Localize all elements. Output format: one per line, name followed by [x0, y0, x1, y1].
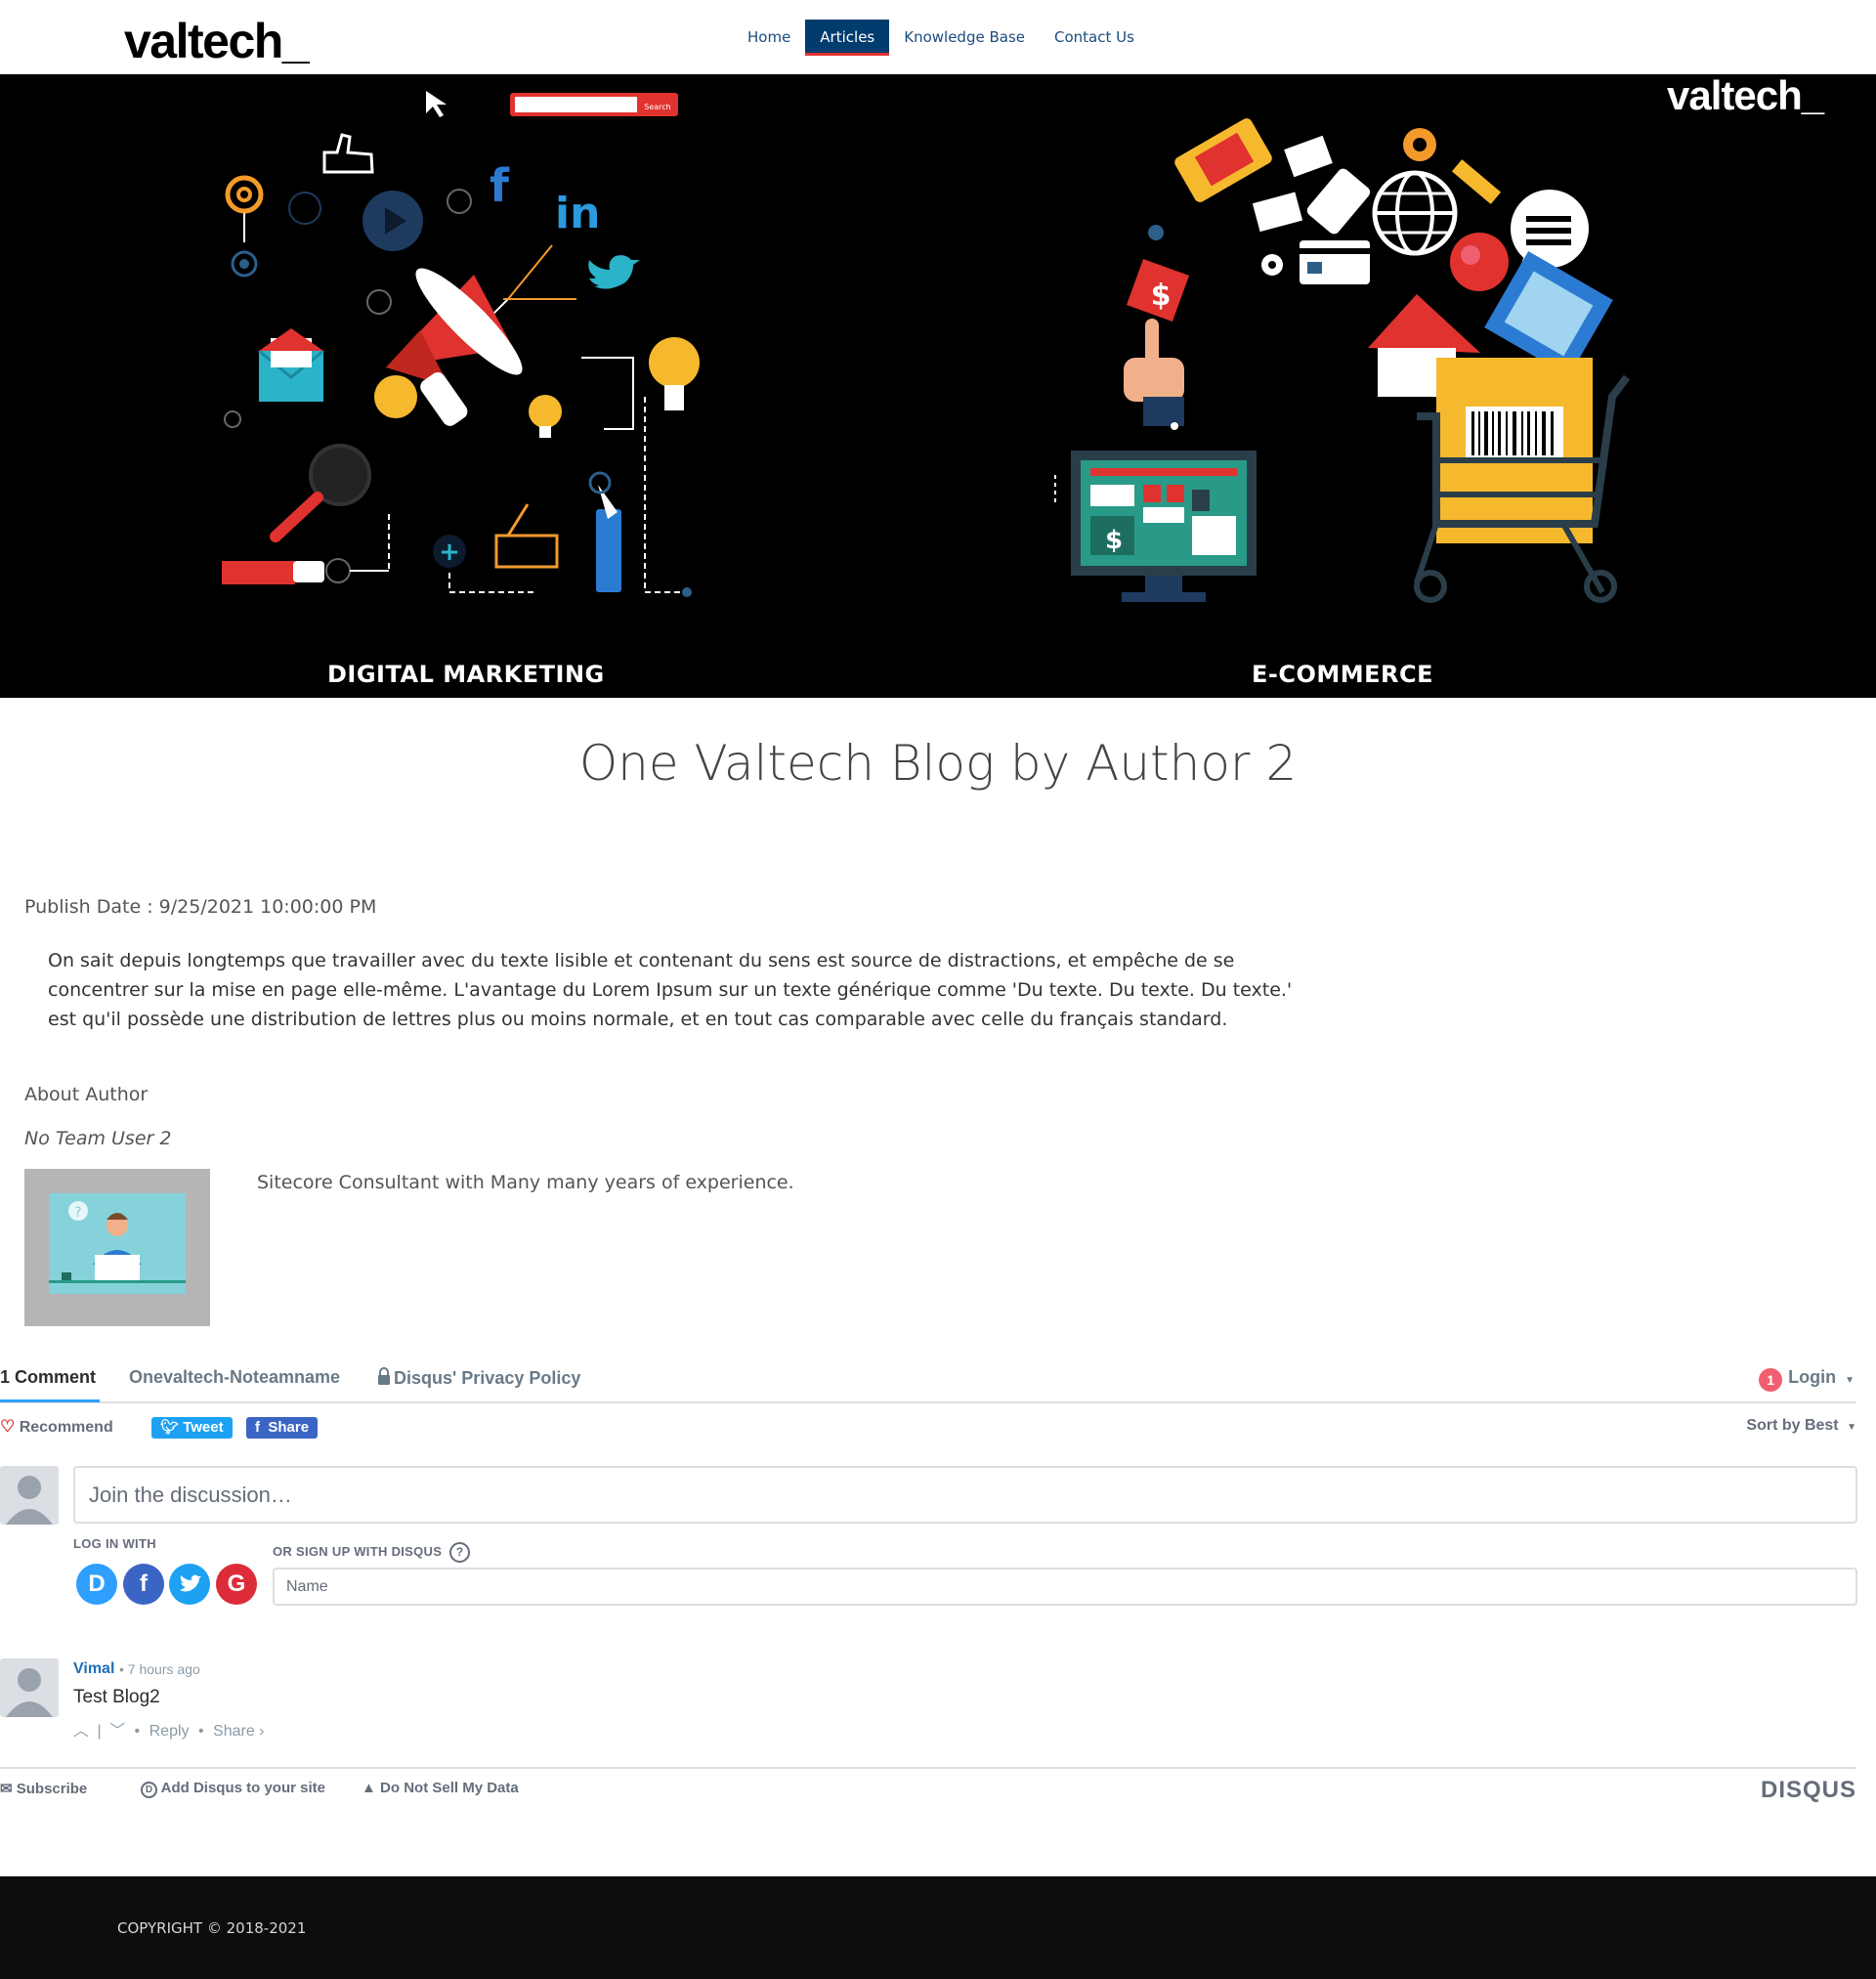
sign-up-text: OR SIGN UP WITH DISQUS — [273, 1544, 443, 1559]
site-footer: COPYRIGHT © 2018-2021 — [0, 1876, 1876, 1979]
valtech-logo[interactable]: valtech_ — [124, 14, 310, 68]
tab-community[interactable]: Onevaltech-Noteamname — [129, 1367, 340, 1388]
downvote-icon[interactable]: ﹀ — [109, 1723, 125, 1740]
vote-divider: | — [97, 1723, 102, 1740]
tweet-label: Tweet — [183, 1419, 224, 1436]
hero-illustration: Search f in + $ $ — [222, 91, 1631, 603]
svg-text:+: + — [439, 538, 460, 567]
comment-text: Test Blog2 — [73, 1687, 160, 1707]
facebook-icon: f — [255, 1419, 260, 1436]
about-author-heading: About Author — [24, 1084, 149, 1105]
add-disqus-label: Add Disqus to your site — [160, 1780, 325, 1796]
disqus-icon: D — [141, 1782, 157, 1798]
sort-label: Sort by Best — [1746, 1417, 1839, 1434]
privacy-policy-label: Disqus' Privacy Policy — [394, 1368, 581, 1388]
comment-input-placeholder: Join the discussion… — [89, 1483, 292, 1507]
comment-input[interactable]: Join the discussion… — [73, 1466, 1857, 1524]
active-tab-indicator — [0, 1399, 100, 1402]
comment-timestamp[interactable]: • 7 hours ago — [119, 1661, 200, 1677]
main-nav: Home Articles Knowledge Base Contact Us — [733, 20, 1149, 56]
share-button[interactable]: f Share — [246, 1417, 319, 1439]
tweet-button[interactable]: 🐦︎ Tweet — [151, 1417, 233, 1439]
name-field[interactable]: Name — [273, 1568, 1857, 1606]
log-in-with-label: LOG IN WITH — [73, 1536, 156, 1551]
svg-text:$: $ — [1105, 526, 1123, 555]
commenter-avatar[interactable] — [0, 1658, 59, 1717]
lock-icon — [377, 1367, 391, 1390]
hero-banner: Search f in + $ $ valtech_ DIGITAL MARKE… — [0, 74, 1876, 698]
separator-dot: • — [197, 1723, 204, 1740]
chevron-down-icon: ▼ — [1847, 1422, 1856, 1433]
article-body-line: est qu'il possède une distribution de le… — [48, 1009, 1228, 1030]
sort-dropdown[interactable]: Sort by Best ▼ — [1746, 1417, 1856, 1435]
hero-caption-ecommerce: E-COMMERCE — [1252, 661, 1434, 688]
disqus-login-icon[interactable]: D — [76, 1564, 117, 1605]
disqus-footer: ✉ Subscribe D Add Disqus to your site ▲ … — [0, 1767, 1856, 1810]
google-login-icon[interactable]: G — [216, 1564, 257, 1605]
disqus-actions-row: ♡ Recommend 🐦︎ Tweet f Share Sort by Bes… — [0, 1415, 1856, 1441]
twitter-icon: 🐦︎ — [160, 1419, 180, 1436]
add-disqus-link[interactable]: D Add Disqus to your site — [141, 1780, 325, 1798]
disqus-logo[interactable]: DISQUS — [1761, 1777, 1856, 1804]
svg-text:f: f — [490, 159, 510, 212]
tab-privacy-policy[interactable]: Disqus' Privacy Policy — [377, 1367, 580, 1390]
copyright-text: COPYRIGHT © 2018-2021 — [117, 1919, 307, 1937]
nav-articles[interactable]: Articles — [805, 20, 890, 56]
warning-icon: ▲ — [362, 1780, 376, 1796]
article-body: On sait depuis longtemps que travailler … — [48, 946, 1396, 1034]
hero-caption-digital-marketing: DIGITAL MARKETING — [327, 661, 605, 688]
nav-contact-us[interactable]: Contact Us — [1040, 20, 1149, 56]
login-menu[interactable]: 1 Login ▼ — [1759, 1367, 1855, 1392]
recommend-button[interactable]: ♡ Recommend — [0, 1417, 113, 1437]
twitter-login-icon[interactable] — [169, 1564, 210, 1605]
name-field-placeholder: Name — [286, 1578, 328, 1595]
subscribe-label: Subscribe — [16, 1781, 88, 1797]
publish-date: Publish Date : 9/25/2021 10:00:00 PM — [24, 896, 377, 918]
author-name: No Team User 2 — [24, 1128, 172, 1149]
svg-text:in: in — [555, 189, 600, 238]
recommend-label: Recommend — [19, 1419, 113, 1436]
nav-knowledge-base[interactable]: Knowledge Base — [889, 20, 1040, 56]
reply-link[interactable]: Reply — [149, 1723, 190, 1740]
comment-author[interactable]: Vimal — [73, 1660, 114, 1678]
disqus-tabs: 1 Comment Onevaltech-Noteamname Disqus' … — [0, 1358, 1856, 1403]
hero-valtech-logo: valtech_ — [1667, 74, 1824, 118]
article-body-line: concentrer sur la mise en page elle-même… — [48, 979, 1293, 1001]
svg-text:$: $ — [1151, 279, 1172, 313]
heart-icon: ♡ — [0, 1417, 16, 1436]
page-title: One Valtech Blog by Author 2 — [578, 735, 1298, 792]
sign-up-label: OR SIGN UP WITH DISQUS ? — [273, 1542, 471, 1563]
ecommerce-illustration: $ $ — [1054, 118, 1631, 603]
site-header: valtech_ Home Articles Knowledge Base Co… — [0, 0, 1876, 74]
subscribe-link[interactable]: ✉ Subscribe — [0, 1780, 87, 1797]
share-label: Share — [268, 1419, 310, 1436]
login-label: Login — [1788, 1367, 1837, 1387]
tab-comments[interactable]: 1 Comment — [0, 1367, 96, 1388]
facebook-login-icon[interactable]: f — [123, 1564, 164, 1605]
do-not-sell-label: Do Not Sell My Data — [380, 1780, 519, 1796]
author-photo: ? — [24, 1169, 210, 1326]
nav-home[interactable]: Home — [733, 20, 805, 56]
do-not-sell-link[interactable]: ▲ Do Not Sell My Data — [362, 1780, 519, 1796]
help-icon[interactable]: ? — [449, 1542, 471, 1563]
envelope-icon: ✉ — [0, 1781, 13, 1797]
article-body-line: On sait depuis longtemps que travailler … — [48, 950, 1235, 971]
comment-actions: ︿ | ﹀ • Reply • Share › — [73, 1717, 265, 1741]
svg-text:Search: Search — [644, 103, 670, 111]
share-link[interactable]: Share › — [213, 1723, 264, 1740]
digital-marketing-illustration: Search f in + — [222, 91, 700, 597]
chevron-down-icon: ▼ — [1845, 1375, 1855, 1386]
upvote-icon[interactable]: ︿ — [73, 1723, 89, 1740]
svg-text:?: ? — [74, 1205, 81, 1221]
author-illustration: ? — [49, 1193, 186, 1294]
author-bio: Sitecore Consultant with Many many years… — [257, 1172, 794, 1193]
notification-badge: 1 — [1759, 1368, 1783, 1392]
current-user-avatar — [0, 1466, 59, 1525]
separator-dot: • — [134, 1723, 141, 1740]
